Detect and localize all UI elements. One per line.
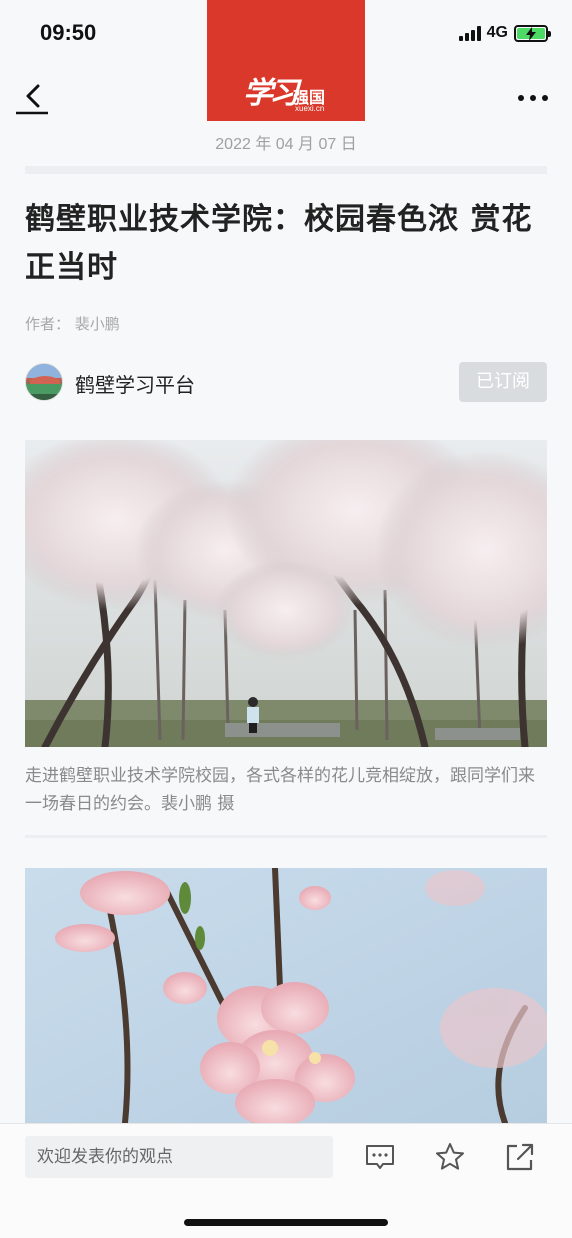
photo-caption: 走进鹤壁职业技术学院校园，各式各样的花儿竞相绽放，跟同学们来一场春日的约会。裴小… [25,766,535,814]
share-button[interactable] [504,1141,536,1173]
source-avatar[interactable] [25,363,63,401]
more-options-button[interactable] [518,86,548,110]
signal-icon [458,25,481,41]
peach-blossom-image [25,868,547,1123]
subscribe-button[interactable]: 已订阅 [459,362,547,402]
article-title: 鹤壁职业技术学院：校园春色浓 赏花正当时 [25,202,533,285]
battery-icon [514,24,551,42]
campus-blossom-image [25,440,547,747]
home-indicator[interactable] [184,1219,388,1226]
publish-date: 2022 年 04 月 07 日 [215,136,357,153]
star-icon [436,1143,464,1170]
divider [25,835,547,838]
xuexi-logo: 学习 强国 xuexi.cn [207,0,365,121]
source-row: 鹤壁学习平台 已订阅 [25,361,547,403]
dot-icon [518,95,524,101]
divider [25,166,547,174]
share-icon [506,1143,534,1171]
comment-button[interactable] [364,1141,396,1173]
logo-url: xuexi.cn [295,104,325,113]
dot-icon [530,95,536,101]
comment-icon [366,1145,394,1169]
campus-blossom-photo[interactable] [25,440,547,747]
comment-input[interactable] [25,1136,333,1178]
back-button[interactable] [14,80,54,120]
network-type: 4G [486,24,508,41]
favorite-button[interactable] [434,1141,466,1173]
back-arrow-icon [16,84,48,115]
status-time: 09:50 [40,20,97,45]
status-indicators: 4G [458,24,551,42]
bottom-bar [0,1123,572,1238]
source-name[interactable]: 鹤壁学习平台 [75,369,195,398]
avatar-image [26,364,62,400]
article-author: 作者： 裴小鹏 [25,315,120,333]
logo-text: 学习 [243,76,299,111]
dot-icon [542,95,548,101]
peach-blossom-photo[interactable] [25,868,547,1123]
